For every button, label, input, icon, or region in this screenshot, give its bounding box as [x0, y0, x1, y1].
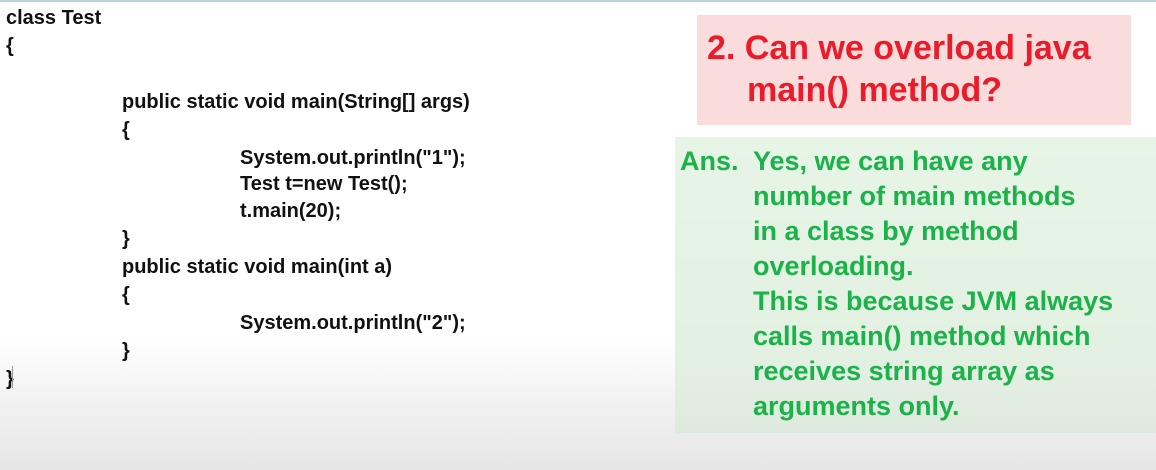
- code-line-main1-open-brace: {: [122, 119, 130, 141]
- text-cursor: [12, 366, 13, 388]
- answer-line-6: calls main() method which: [753, 321, 1091, 351]
- answer-line-5: This is because JVM always: [753, 286, 1114, 316]
- question-box: 2. Can we overload java main() method?: [697, 15, 1131, 125]
- answer-prefix: Ans.: [680, 146, 739, 176]
- answer-line-2: number of main methods: [753, 181, 1076, 211]
- code-line-main2-close-brace: }: [122, 340, 130, 362]
- answer-line-7: receives string array as: [753, 356, 1055, 386]
- answer-line-4: overloading.: [753, 251, 914, 281]
- code-line-main-int-a: public static void main(int a): [122, 256, 393, 278]
- code-line-println-1: System.out.println("1");: [240, 147, 466, 169]
- code-line-main2-open-brace: {: [122, 284, 130, 306]
- code-line-t-main-20: t.main(20);: [240, 200, 342, 222]
- code-line-new-test: Test t=new Test();: [240, 173, 408, 195]
- answer-line-3: in a class by method: [753, 216, 1019, 246]
- question-line-1: 2. Can we overload java: [707, 29, 1091, 67]
- code-line-class-open-brace: {: [6, 35, 14, 57]
- top-border-line: [0, 0, 1156, 2]
- code-line-main1-close-brace: }: [122, 228, 130, 250]
- answer-box: Ans. Yes, we can have any number of main…: [675, 137, 1156, 433]
- question-line-2: main() method?: [747, 71, 1002, 109]
- code-line-class-decl: class Test: [6, 7, 102, 29]
- code-line-println-2: System.out.println("2");: [240, 312, 466, 334]
- answer-line-1: Yes, we can have any: [753, 146, 1028, 176]
- code-line-main-string-args: public static void main(String[] args): [122, 91, 470, 113]
- answer-line-8: arguments only.: [753, 391, 960, 421]
